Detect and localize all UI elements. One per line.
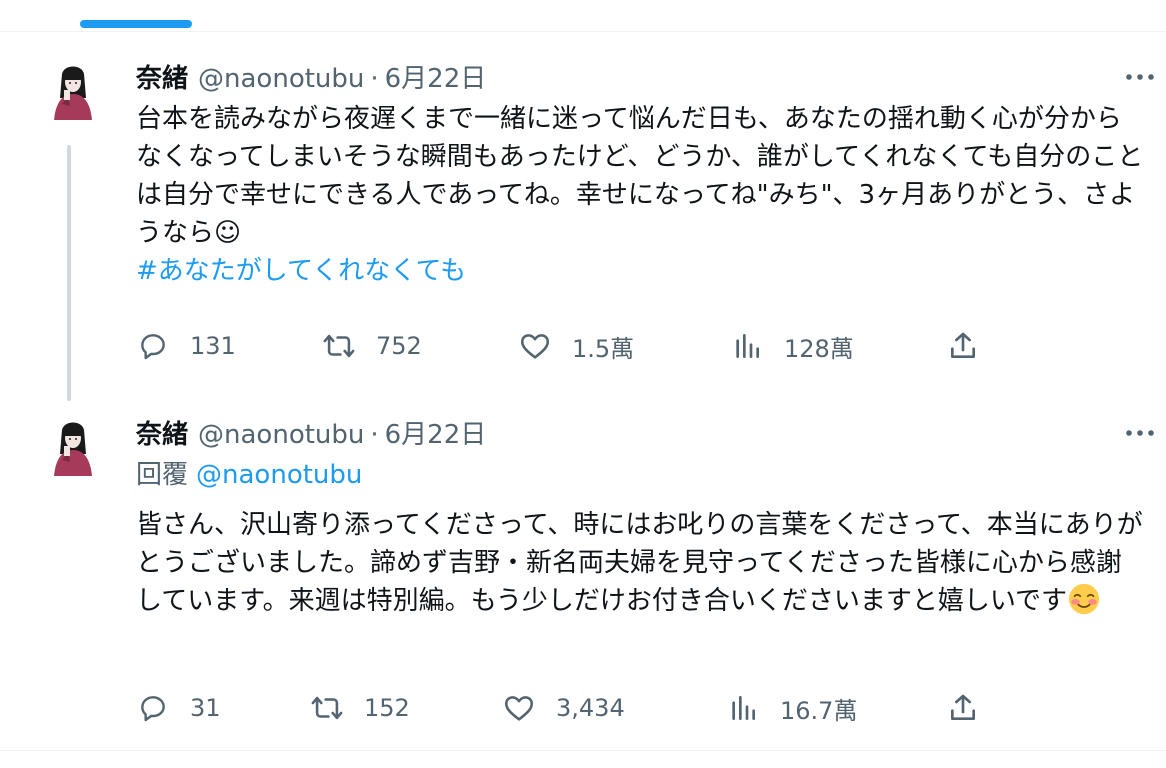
reply-button[interactable]: 31	[136, 688, 221, 728]
share-icon	[946, 691, 980, 725]
views-icon	[726, 691, 760, 725]
retweet-icon	[310, 691, 344, 725]
view-count: 128萬	[784, 334, 854, 363]
more-button[interactable]	[1120, 62, 1160, 92]
tweet-actions: 31 152 3,434 16.7萬	[0, 688, 1166, 728]
reply-icon	[136, 329, 170, 363]
tweet-date[interactable]: 6月22日	[385, 58, 487, 95]
more-button[interactable]	[1120, 418, 1160, 448]
heart-icon	[502, 691, 536, 725]
replying-to: 回覆 @naonotubu	[136, 456, 362, 494]
retweet-count: 152	[364, 694, 410, 722]
tweet-text: 台本を読みながら夜遅くまで一緒に迷って悩んだ日も、あなたの揺れ動く心が分からなく…	[136, 104, 1144, 248]
divider	[0, 31, 1166, 32]
divider	[0, 750, 1166, 751]
smiling-face-emoji-icon	[1068, 583, 1100, 615]
reply-button[interactable]: 131	[136, 326, 236, 366]
tweet-actions: 131 752 1.5萬 128萬	[0, 326, 1166, 366]
retweet-button[interactable]: 752	[322, 326, 422, 366]
reply-count: 31	[190, 694, 221, 722]
views-button[interactable]: 128萬	[730, 326, 854, 366]
like-count: 3,434	[556, 694, 625, 722]
share-button[interactable]	[946, 688, 980, 728]
more-icon	[1126, 430, 1154, 436]
tweet-text-container: 皆さん、沢山寄り添ってくださって、時にはお叱りの言葉をくださって、本当にありがと…	[136, 506, 1146, 620]
user-handle[interactable]: @naonotubu	[198, 420, 364, 450]
user-handle[interactable]: @naonotubu	[198, 64, 364, 94]
retweet-button[interactable]: 152	[310, 688, 410, 728]
share-button[interactable]	[946, 326, 980, 366]
heart-icon	[518, 329, 552, 363]
like-button[interactable]: 1.5萬	[518, 326, 634, 366]
avatar[interactable]	[40, 416, 106, 482]
tweet-date[interactable]: 6月22日	[385, 414, 487, 451]
view-count: 16.7萬	[780, 696, 858, 725]
reply-icon	[136, 691, 170, 725]
retweet-icon	[322, 329, 356, 363]
separator: ·	[370, 420, 379, 450]
retweet-count: 752	[376, 332, 422, 360]
views-button[interactable]: 16.7萬	[726, 688, 857, 728]
active-tab-indicator	[80, 20, 192, 28]
share-icon	[946, 329, 980, 363]
tweet-text-container: 台本を読みながら夜遅くまで一緒に迷って悩んだ日も、あなたの揺れ動く心が分からなく…	[136, 100, 1146, 290]
like-button[interactable]: 3,434	[502, 688, 625, 728]
views-icon	[730, 329, 764, 363]
tweet-text: 皆さん、沢山寄り添ってくださって、時にはお叱りの言葉をくださって、本当にありがと…	[136, 510, 1143, 616]
like-count: 1.5萬	[572, 334, 635, 363]
display-name[interactable]: 奈緒	[136, 58, 188, 95]
avatar[interactable]	[40, 60, 106, 126]
reply-label: 回覆	[136, 460, 189, 490]
display-name[interactable]: 奈緒	[136, 414, 188, 451]
reply-count: 131	[190, 332, 236, 360]
separator: ·	[370, 64, 379, 94]
more-icon	[1126, 74, 1154, 80]
hashtag-link[interactable]: #あなたがしてくれなくても	[136, 256, 466, 286]
reply-mention-link[interactable]: @naonotubu	[196, 460, 362, 490]
